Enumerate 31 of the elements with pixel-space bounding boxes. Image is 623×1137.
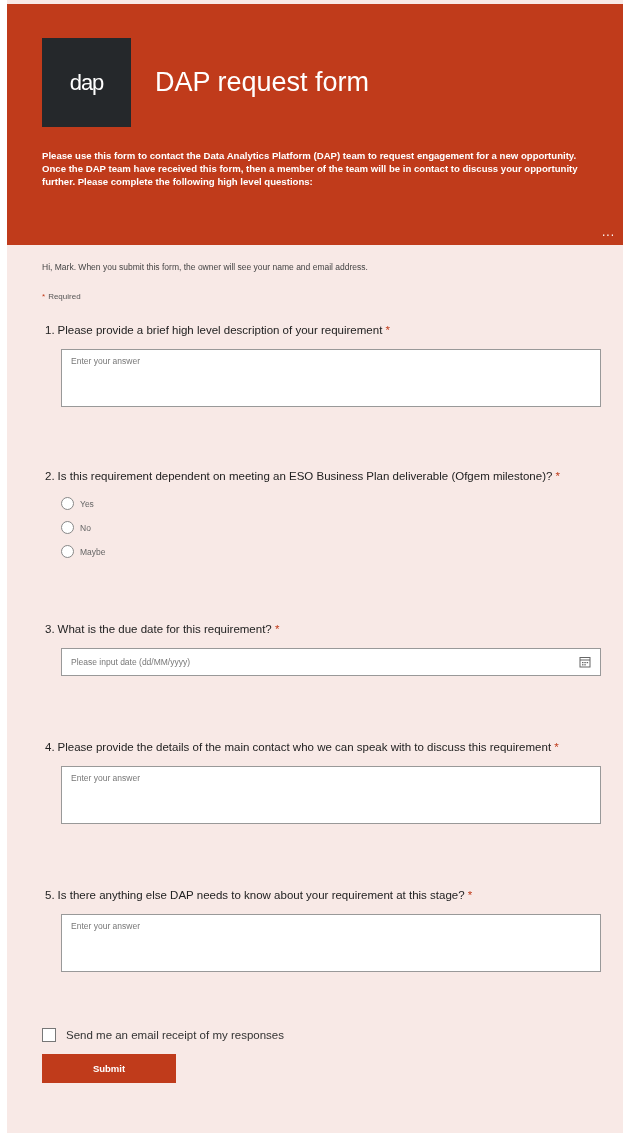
option-label: Yes bbox=[80, 498, 94, 509]
submit-button[interactable]: Submit bbox=[42, 1054, 176, 1083]
question-text: Please provide the details of the main contact who we can speak with to discuss this requirement * bbox=[57, 740, 560, 754]
option-label: Maybe bbox=[80, 546, 106, 557]
answer-box[interactable]: Enter your answer bbox=[61, 766, 601, 824]
radio-button[interactable] bbox=[61, 521, 74, 534]
option-label: No bbox=[80, 522, 91, 533]
checkbox-label: Send me an email receipt of my responses bbox=[66, 1029, 284, 1041]
question-number: 5. bbox=[45, 888, 55, 902]
answer-box[interactable]: Enter your answer bbox=[61, 349, 601, 407]
question-text: Is there anything else DAP needs to know about your requirement at this stage? * bbox=[57, 888, 474, 902]
required-mark: * bbox=[42, 292, 46, 301]
date-field[interactable]: Please input date (dd/MM/yyyy) bbox=[61, 648, 601, 676]
checkbox[interactable] bbox=[42, 1028, 56, 1042]
notice-text: Hi, Mark. When you submit this form, the owner will see your name and email address. bbox=[42, 262, 369, 272]
question-text: Is this requirement dependent on meeting an ESO Business Plan deliverable (Ofgem milestone)? * bbox=[57, 469, 562, 483]
question-number: 3. bbox=[45, 622, 55, 636]
radio-button[interactable] bbox=[61, 497, 74, 510]
answer-box[interactable]: Enter your answer bbox=[61, 914, 601, 972]
question-number: 1. bbox=[45, 323, 55, 337]
more-options[interactable]: ... bbox=[602, 225, 615, 239]
question-text: What is the due date for this requirement? * bbox=[57, 622, 281, 636]
form-title: DAP request form bbox=[155, 67, 370, 98]
required-label: Required bbox=[48, 292, 81, 301]
question-number: 4. bbox=[45, 740, 55, 754]
logo: dap bbox=[42, 38, 131, 127]
calendar-icon[interactable] bbox=[579, 656, 591, 668]
radio-button[interactable] bbox=[61, 545, 74, 558]
question-text: Please provide a brief high level description of your requirement * bbox=[57, 323, 392, 337]
form-description: Please use this form to contact the Data Analytics Platform (DAP) team to request engagement for a new opportunity. Once the DAP team have received this form, then a member of the team will be in contact to discuss your opportunity further. Please complete the following high level questions: bbox=[42, 149, 579, 188]
question-number: 2. bbox=[45, 469, 55, 483]
